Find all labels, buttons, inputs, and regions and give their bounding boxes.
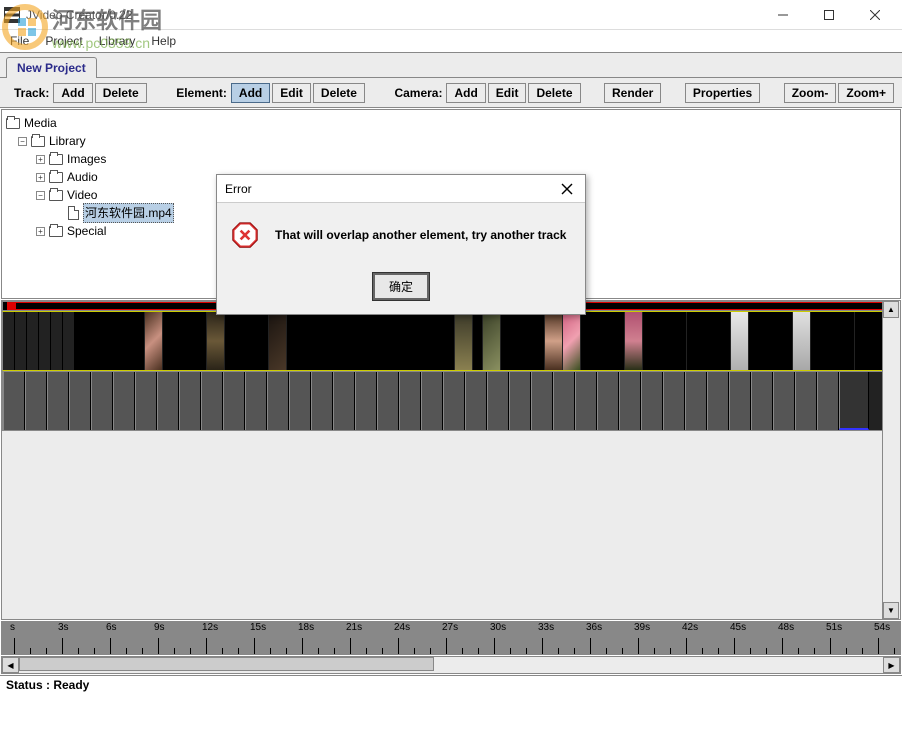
ruler-label: 21s — [346, 622, 362, 633]
window-title: JVideo Creator/0.22 — [26, 8, 760, 22]
ruler-label: 12s — [202, 622, 218, 633]
app-icon — [4, 7, 20, 23]
ruler-label: 48s — [778, 622, 794, 633]
vertical-scrollbar[interactable]: ▲ ▼ — [882, 301, 900, 619]
dialog-ok-button[interactable]: 确定 — [373, 273, 429, 300]
ruler-label: 27s — [442, 622, 458, 633]
camera-add-button[interactable]: Add — [446, 83, 485, 103]
dialog-titlebar[interactable]: Error — [217, 175, 585, 203]
error-icon — [231, 221, 259, 249]
scrollbar-thumb[interactable] — [19, 657, 434, 671]
minimize-button[interactable] — [760, 1, 806, 29]
ruler-label: 39s — [634, 622, 650, 633]
maximize-button[interactable] — [806, 1, 852, 29]
collapse-icon[interactable]: − — [36, 191, 45, 200]
video-track[interactable] — [2, 311, 900, 371]
titlebar: JVideo Creator/0.22 — [0, 0, 902, 30]
scroll-down-icon[interactable]: ▼ — [883, 602, 899, 619]
time-ruler[interactable]: s 3s 6s 9s 12s 15s 18s 21s 24s 27s 30s 33s 36s 39s 42s… — [1, 621, 901, 655]
track-add-button[interactable]: Add — [53, 83, 92, 103]
folder-icon — [49, 154, 63, 165]
properties-button[interactable]: Properties — [685, 83, 760, 103]
ruler-label: 30s — [490, 622, 506, 633]
ruler-label: 45s — [730, 622, 746, 633]
track-delete-button[interactable]: Delete — [95, 83, 147, 103]
toolbar: Track: Add Delete Element: Add Edit Dele… — [0, 78, 902, 108]
timeline-panel: ▲ ▼ — [1, 300, 901, 620]
ruler-label: 3s — [58, 622, 69, 633]
zoom-out-button[interactable]: Zoom- — [784, 83, 837, 103]
menu-library[interactable]: Library — [99, 34, 136, 48]
expand-icon[interactable]: + — [36, 227, 45, 236]
folder-icon — [49, 226, 63, 237]
ruler-label: 15s — [250, 622, 266, 633]
ruler-label: 36s — [586, 622, 602, 633]
ruler-label: 24s — [394, 622, 410, 633]
camera-edit-button[interactable]: Edit — [488, 83, 527, 103]
ruler-label: 54s — [874, 622, 890, 633]
expand-icon[interactable]: + — [36, 173, 45, 182]
audio-track[interactable] — [2, 371, 900, 431]
zoom-in-button[interactable]: Zoom+ — [838, 83, 894, 103]
ruler-label: 33s — [538, 622, 554, 633]
menu-project[interactable]: Project — [45, 34, 82, 48]
horizontal-scrollbar[interactable]: ◀ ▶ — [1, 656, 901, 674]
camera-label: Camera: — [394, 86, 442, 100]
folder-icon — [6, 118, 20, 129]
tabbar: New Project — [0, 52, 902, 78]
dialog-message: That will overlap another element, try a… — [275, 228, 566, 242]
element-delete-button[interactable]: Delete — [313, 83, 365, 103]
scroll-up-icon[interactable]: ▲ — [883, 301, 899, 318]
tree-library[interactable]: −Library — [6, 132, 896, 150]
dialog-close-button[interactable] — [557, 179, 577, 199]
status-text: Status : Ready — [6, 678, 89, 692]
tree-images[interactable]: +Images — [6, 150, 896, 168]
dialog-title-text: Error — [225, 182, 252, 196]
ruler-label: 42s — [682, 622, 698, 633]
folder-icon — [31, 136, 45, 147]
render-button[interactable]: Render — [604, 83, 661, 103]
close-icon — [561, 183, 573, 195]
element-label: Element: — [176, 86, 227, 100]
file-icon — [68, 206, 79, 220]
ruler-label: 9s — [154, 622, 165, 633]
statusbar: Status : Ready — [0, 675, 902, 695]
tab-new-project[interactable]: New Project — [6, 57, 97, 78]
tree-media[interactable]: Media — [6, 114, 896, 132]
close-button[interactable] — [852, 1, 898, 29]
ruler-label: 51s — [826, 622, 842, 633]
element-edit-button[interactable]: Edit — [272, 83, 311, 103]
track-label: Track: — [14, 86, 49, 100]
error-dialog: Error That will overlap another element,… — [216, 174, 586, 315]
ruler-label: 6s — [106, 622, 117, 633]
ruler-label: s — [10, 622, 15, 633]
collapse-icon[interactable]: − — [18, 137, 27, 146]
folder-icon — [49, 190, 63, 201]
menu-file[interactable]: File — [10, 34, 29, 48]
element-add-button[interactable]: Add — [231, 83, 270, 103]
scroll-right-icon[interactable]: ▶ — [883, 657, 900, 673]
menubar: File Project Library Help — [0, 30, 902, 52]
scroll-left-icon[interactable]: ◀ — [2, 657, 19, 673]
menu-help[interactable]: Help — [151, 34, 176, 48]
ruler-label: 18s — [298, 622, 314, 633]
expand-icon[interactable]: + — [36, 155, 45, 164]
folder-icon — [49, 172, 63, 183]
camera-delete-button[interactable]: Delete — [528, 83, 580, 103]
